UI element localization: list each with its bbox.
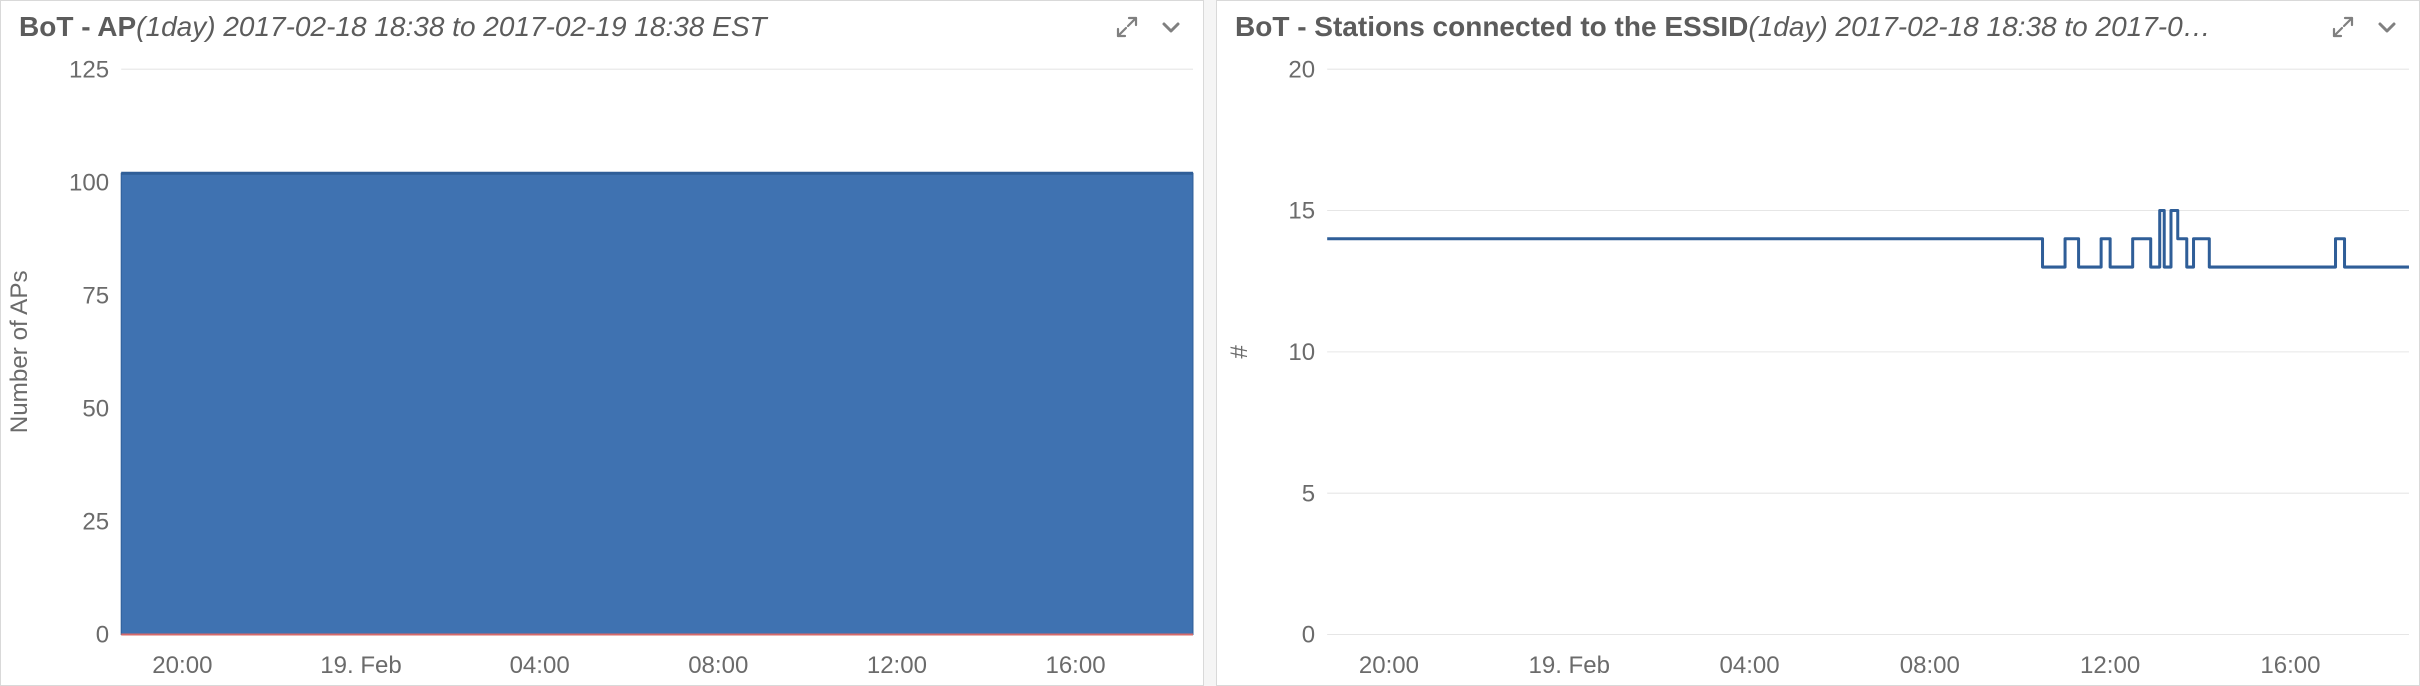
panel-header: BoT - AP(1day) 2017-02-18 18:38 to 2017-…: [1, 1, 1203, 49]
svg-text:20:00: 20:00: [152, 652, 212, 679]
expand-icon[interactable]: [2329, 13, 2357, 41]
panel-ap: BoT - AP(1day) 2017-02-18 18:38 to 2017-…: [0, 0, 1204, 686]
svg-text:#: #: [1226, 345, 1253, 359]
chart-ap[interactable]: 0 25 50 75 100 125 20:00 19. Feb 04:00 08:00 12:00…: [1, 49, 1203, 685]
svg-text:0: 0: [1302, 622, 1315, 649]
title-prefix: BoT - Stations connected to the ESSID: [1235, 11, 1748, 42]
svg-text:100: 100: [69, 169, 109, 196]
svg-text:04:00: 04:00: [510, 652, 570, 679]
panel-title: BoT - AP(1day) 2017-02-18 18:38 to 2017-…: [19, 11, 1103, 43]
svg-text:10: 10: [1288, 339, 1315, 366]
panel-title: BoT - Stations connected to the ESSID(1d…: [1235, 11, 2319, 43]
svg-text:Number of APs: Number of APs: [6, 270, 33, 433]
title-range: (1day) 2017-02-18 18:38 to 2017-0…: [1748, 11, 2210, 42]
svg-text:25: 25: [82, 508, 109, 535]
panel-actions: [2329, 13, 2401, 41]
title-prefix: BoT - AP: [19, 11, 136, 42]
svg-text:12:00: 12:00: [2080, 652, 2140, 679]
title-range: (1day) 2017-02-18 18:38 to 2017-02-19 18…: [136, 11, 766, 42]
dashboard: BoT - AP(1day) 2017-02-18 18:38 to 2017-…: [0, 0, 2420, 686]
svg-text:20: 20: [1288, 56, 1315, 83]
svg-text:08:00: 08:00: [1900, 652, 1960, 679]
svg-text:50: 50: [82, 395, 109, 422]
svg-text:08:00: 08:00: [688, 652, 748, 679]
svg-text:19. Feb: 19. Feb: [1528, 652, 1609, 679]
svg-text:5: 5: [1302, 480, 1315, 507]
svg-text:75: 75: [82, 282, 109, 309]
panel-actions: [1113, 13, 1185, 41]
chart-stations[interactable]: 0 5 10 15 20 20:00 19. Feb 04:00 08:00 12:00 16:00…: [1217, 49, 2419, 685]
svg-text:16:00: 16:00: [2260, 652, 2320, 679]
svg-text:125: 125: [69, 56, 109, 83]
svg-text:12:00: 12:00: [867, 652, 927, 679]
svg-text:0: 0: [96, 622, 109, 649]
chevron-down-icon[interactable]: [1157, 13, 1185, 41]
chevron-down-icon[interactable]: [2373, 13, 2401, 41]
svg-text:15: 15: [1288, 198, 1315, 225]
svg-text:04:00: 04:00: [1719, 652, 1779, 679]
panel-stations: BoT - Stations connected to the ESSID(1d…: [1216, 0, 2420, 686]
svg-text:20:00: 20:00: [1359, 652, 1419, 679]
svg-text:16:00: 16:00: [1045, 652, 1105, 679]
expand-icon[interactable]: [1113, 13, 1141, 41]
svg-text:19. Feb: 19. Feb: [320, 652, 401, 679]
panel-header: BoT - Stations connected to the ESSID(1d…: [1217, 1, 2419, 49]
